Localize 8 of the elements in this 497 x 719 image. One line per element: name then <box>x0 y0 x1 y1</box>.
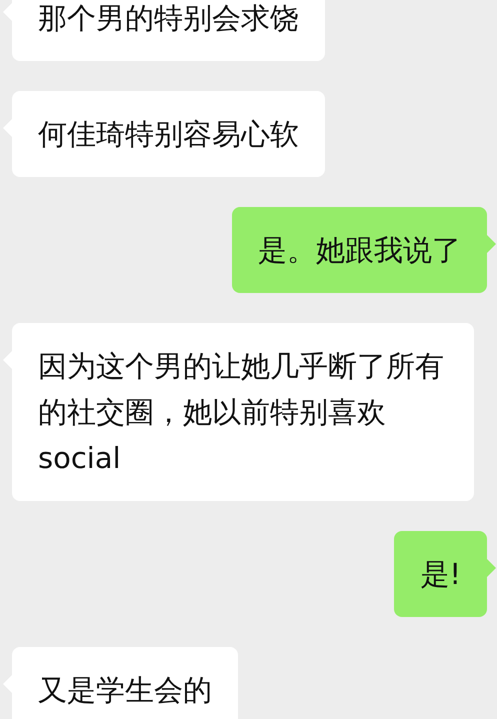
message-bubble: 因为这个男的让她几乎断了所有的社交圈，她以前特别喜欢social <box>12 323 474 501</box>
message-bubble: 那个男的特别会求饶 <box>12 0 325 61</box>
message-bubble: 又是学生会的 <box>12 647 238 719</box>
bubble-tail <box>487 559 496 577</box>
message-bubble: 是。她跟我说了 <box>232 207 487 293</box>
bubble-tail <box>487 235 496 253</box>
message-bubble: 何佳琦特别容易心软 <box>12 91 325 177</box>
message-bubble: 是! <box>394 531 487 617</box>
